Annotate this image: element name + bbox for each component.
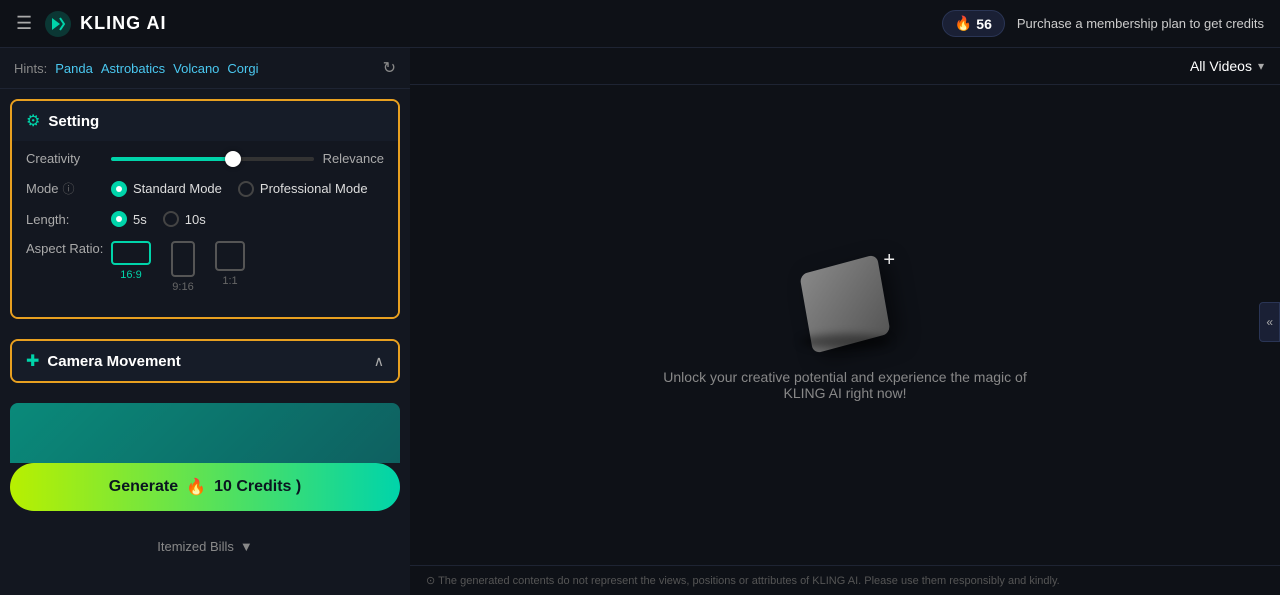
hints-label: Hints: bbox=[14, 61, 47, 76]
purchase-text[interactable]: Purchase a membership plan to get credit… bbox=[1017, 16, 1264, 31]
hints-bar: Hints: Panda Astrobatics Volcano Corgi ↻ bbox=[0, 48, 410, 89]
credits-flame-icon: 🔥 bbox=[955, 15, 972, 32]
length-row: Length: 5s 10s bbox=[26, 211, 384, 227]
header-left: ☰ KLING AI bbox=[16, 10, 166, 38]
logo: KLING AI bbox=[44, 10, 166, 38]
aspect-9-16-label: 9:16 bbox=[172, 281, 193, 293]
standard-mode-option[interactable]: Standard Mode bbox=[111, 181, 222, 197]
logo-icon bbox=[44, 10, 72, 38]
camera-title: Camera Movement bbox=[47, 353, 180, 370]
logo-text: KLING AI bbox=[80, 13, 166, 34]
content-area: + Unlock your creative potential and exp… bbox=[410, 85, 1280, 565]
standard-mode-radio[interactable] bbox=[111, 181, 127, 197]
mode-label: Mode bbox=[26, 181, 59, 196]
app-header: ☰ KLING AI 🔥 56 Purchase a membership pl… bbox=[0, 0, 1280, 48]
settings-title: Setting bbox=[48, 113, 99, 130]
slider-thumb[interactable] bbox=[225, 151, 241, 167]
footer-hint: ⊙ The generated contents do not represen… bbox=[410, 565, 1280, 595]
all-videos-label: All Videos bbox=[1190, 58, 1252, 74]
all-videos-button[interactable]: All Videos ▾ bbox=[1190, 58, 1264, 74]
standard-mode-label: Standard Mode bbox=[133, 181, 222, 196]
credits-count: 56 bbox=[976, 16, 992, 32]
mode-info-icon: ⓘ bbox=[63, 180, 75, 197]
aspect-square-shape bbox=[215, 241, 245, 271]
professional-mode-label: Professional Mode bbox=[260, 181, 368, 196]
length-10s-option[interactable]: 10s bbox=[163, 211, 206, 227]
aspect-ratio-label: Aspect Ratio: bbox=[26, 241, 111, 256]
aspect-16-9-label: 16:9 bbox=[120, 269, 141, 281]
professional-mode-radio[interactable] bbox=[238, 181, 254, 197]
card-shadow bbox=[800, 334, 890, 349]
collapse-panel-button[interactable]: « bbox=[1259, 302, 1280, 342]
creativity-slider-container bbox=[111, 157, 314, 161]
aspect-ratio-row: Aspect Ratio: 16:9 9:16 1:1 bbox=[26, 241, 384, 293]
refresh-hints-icon[interactable]: ↻ bbox=[383, 58, 396, 78]
hint-panda[interactable]: Panda bbox=[55, 61, 93, 76]
itemized-bills-label: Itemized Bills bbox=[157, 539, 234, 554]
floating-card-illustration: + bbox=[785, 249, 905, 349]
creativity-slider[interactable] bbox=[111, 157, 314, 161]
relevance-label: Relevance bbox=[314, 151, 384, 166]
generate-area: Generate 🔥 10 Credits ) bbox=[10, 403, 400, 521]
hint-astrobatics[interactable]: Astrobatics bbox=[101, 61, 165, 76]
generate-button[interactable]: Generate 🔥 10 Credits ) bbox=[10, 463, 400, 511]
credits-badge[interactable]: 🔥 56 bbox=[942, 10, 1005, 37]
itemized-bills-bar[interactable]: Itemized Bills ▼ bbox=[0, 531, 410, 562]
aspect-tall-shape bbox=[171, 241, 195, 277]
aspect-9-16[interactable]: 9:16 bbox=[171, 241, 195, 293]
videos-header: All Videos ▾ bbox=[410, 48, 1280, 85]
professional-mode-option[interactable]: Professional Mode bbox=[238, 181, 368, 197]
hint-volcano[interactable]: Volcano bbox=[173, 61, 219, 76]
plus-decoration: + bbox=[883, 249, 895, 272]
camera-section: ✚ Camera Movement ∧ bbox=[10, 339, 400, 383]
hint-corgi[interactable]: Corgi bbox=[227, 61, 258, 76]
aspect-wide-shape bbox=[111, 241, 151, 265]
mode-row: Mode ⓘ Standard Mode Professional Mode bbox=[26, 180, 384, 197]
length-label: Length: bbox=[26, 212, 111, 227]
aspect-1-1-label: 1:1 bbox=[222, 275, 237, 287]
generate-preview bbox=[10, 403, 400, 463]
length-5s-radio[interactable] bbox=[111, 211, 127, 227]
menu-icon[interactable]: ☰ bbox=[16, 13, 32, 34]
settings-header: ⚙ Setting bbox=[12, 101, 398, 141]
length-options: 5s 10s bbox=[111, 211, 384, 227]
length-5s-option[interactable]: 5s bbox=[111, 211, 147, 227]
length-10s-label: 10s bbox=[185, 212, 206, 227]
aspect-1-1[interactable]: 1:1 bbox=[215, 241, 245, 287]
aspect-options: 16:9 9:16 1:1 bbox=[111, 241, 384, 293]
generate-fire-icon: 🔥 bbox=[186, 477, 206, 497]
right-panel: All Videos ▾ + Unlock your creative pote… bbox=[410, 48, 1280, 595]
generate-label: Generate bbox=[109, 478, 178, 496]
length-10s-radio[interactable] bbox=[163, 211, 179, 227]
camera-chevron-icon: ∧ bbox=[374, 353, 384, 370]
videos-dropdown-icon: ▾ bbox=[1258, 59, 1264, 73]
creativity-row: Creativity Relevance bbox=[26, 151, 384, 166]
camera-header-left: ✚ Camera Movement bbox=[26, 351, 181, 371]
main-layout: Hints: Panda Astrobatics Volcano Corgi ↻… bbox=[0, 48, 1280, 595]
itemized-chevron-icon: ▼ bbox=[240, 539, 253, 554]
camera-header[interactable]: ✚ Camera Movement ∧ bbox=[12, 341, 398, 381]
length-5s-label: 5s bbox=[133, 212, 147, 227]
mode-options: Standard Mode Professional Mode bbox=[111, 181, 384, 197]
settings-section: ⚙ Setting Creativity Relevance bbox=[10, 99, 400, 319]
mode-label-container: Mode ⓘ bbox=[26, 180, 111, 197]
generate-credits-text: 10 Credits ) bbox=[214, 478, 301, 496]
settings-body: Creativity Relevance Mode ⓘ bbox=[12, 141, 398, 317]
settings-icon: ⚙ bbox=[26, 111, 40, 131]
creativity-label: Creativity bbox=[26, 151, 111, 166]
camera-plus-icon: ✚ bbox=[26, 351, 39, 371]
aspect-16-9[interactable]: 16:9 bbox=[111, 241, 151, 281]
header-right: 🔥 56 Purchase a membership plan to get c… bbox=[942, 10, 1264, 37]
unlock-text: Unlock your creative potential and exper… bbox=[645, 369, 1045, 401]
left-panel: Hints: Panda Astrobatics Volcano Corgi ↻… bbox=[0, 48, 410, 595]
